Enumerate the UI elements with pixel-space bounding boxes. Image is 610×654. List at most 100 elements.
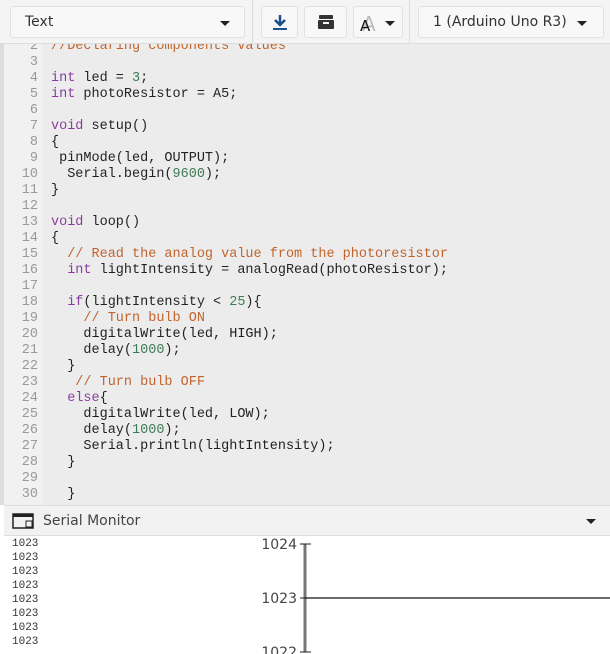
- code-text: delay(1000);: [51, 423, 181, 438]
- code-line: 2 //Declaring components values: [4, 44, 610, 55]
- line-number: 26: [21, 423, 38, 438]
- serial-line: 1023: [12, 622, 39, 634]
- code-line: 18 if(lightIntensity < 25){: [4, 295, 610, 311]
- code-line: 26 delay(1000);: [4, 423, 610, 439]
- code-line: 27 Serial.println(lightIntensity);: [4, 439, 610, 455]
- line-number: 20: [21, 327, 38, 342]
- code-line: 4 int led = 3;: [4, 71, 610, 87]
- board-value: 1 (Arduino Uno R3): [433, 14, 567, 30]
- code-text: else{: [51, 391, 108, 406]
- line-number: 30: [21, 487, 38, 502]
- line-number: 9: [29, 151, 38, 166]
- upload-button[interactable]: [304, 6, 347, 38]
- code-line: 6: [4, 103, 610, 119]
- serial-monitor-header[interactable]: Serial Monitor: [4, 505, 610, 536]
- mode-select[interactable]: Text: [10, 6, 245, 38]
- line-number: 8: [29, 135, 38, 150]
- line-number: 7: [29, 119, 38, 134]
- line-number: 18: [21, 295, 38, 310]
- code-text: // Turn bulb ON: [51, 311, 205, 326]
- code-line: 21 delay(1000);: [4, 343, 610, 359]
- code-line: 23 // Turn bulb OFF: [4, 375, 610, 391]
- code-text: // Turn bulb OFF: [51, 375, 205, 390]
- line-number: 11: [21, 183, 38, 198]
- code-text: int photoResistor = A5;: [51, 87, 238, 102]
- toolbar: Text A A 1 (Arduino Uno R3): [0, 0, 610, 44]
- code-editor[interactable]: 2 //Declaring components values 3 4 int led …: [4, 44, 610, 505]
- code-line: 5 int photoResistor = A5;: [4, 87, 610, 103]
- line-number: 10: [21, 167, 38, 182]
- code-line: 30 }: [4, 487, 610, 503]
- chevron-down-icon: [577, 21, 587, 26]
- code-line: 8{: [4, 135, 610, 151]
- code-text: void setup(): [51, 119, 149, 134]
- code-text: }: [51, 455, 76, 470]
- download-button[interactable]: [261, 6, 298, 38]
- code-text: delay(1000);: [51, 343, 181, 358]
- y-tick-label: 1022: [261, 645, 297, 654]
- y-tick-label: 1023: [261, 591, 297, 607]
- code-line: 19 // Turn bulb ON: [4, 311, 610, 327]
- serial-line: 1023: [12, 580, 39, 592]
- y-tick-label: 1024: [261, 537, 297, 553]
- line-number: 2: [29, 44, 38, 54]
- code-text: Serial.println(lightIntensity);: [51, 439, 335, 454]
- code-text: }: [51, 183, 60, 198]
- code-line: 29: [4, 471, 610, 487]
- code-line: 7 void setup(): [4, 119, 610, 135]
- code-text: //Declaring components values: [51, 44, 286, 55]
- chevron-down-icon[interactable]: [586, 519, 596, 524]
- code-text: digitalWrite(led, HIGH);: [51, 327, 278, 342]
- code-text: int led = 3;: [51, 71, 149, 86]
- chevron-down-icon: [220, 21, 230, 26]
- serial-line: 1023: [12, 566, 39, 578]
- font-size-button[interactable]: A A: [353, 6, 403, 38]
- line-number: 3: [29, 55, 38, 70]
- code-text: }: [51, 487, 76, 502]
- serial-plot: 1024 1023 1022: [261, 537, 610, 654]
- serial-line: 1023: [12, 594, 39, 606]
- serial-monitor-icon: [12, 512, 34, 529]
- chevron-down-icon: [385, 21, 395, 26]
- code-line: 22 }: [4, 359, 610, 375]
- code-text: Serial.begin(9600);: [51, 167, 222, 182]
- code-line: 17: [4, 279, 610, 295]
- code-text: int lightIntensity = analogRead(photoRes…: [51, 263, 448, 278]
- serial-line: 1023: [12, 608, 39, 620]
- code-line: 12: [4, 199, 610, 215]
- line-number: 12: [21, 199, 38, 214]
- line-number: 22: [21, 359, 38, 374]
- code-text: // Read the analog value from the photor…: [51, 247, 448, 262]
- serial-line: 1023: [12, 636, 39, 648]
- archive-icon: [317, 15, 334, 29]
- code-line: 25 digitalWrite(led, LOW);: [4, 407, 610, 423]
- serial-output: 1024 1023 1022 1023 1023 1023 1023 1023 1023 102…: [0, 536, 610, 654]
- line-number: 4: [29, 71, 38, 86]
- line-number: 19: [21, 311, 38, 326]
- mode-value: Text: [25, 14, 54, 30]
- serial-line: 1023: [12, 552, 39, 564]
- line-number: 16: [21, 263, 38, 278]
- code-line: 15 // Read the analog value from the pho…: [4, 247, 610, 263]
- code-line: 13 void loop(): [4, 215, 610, 231]
- code-text: void loop(): [51, 215, 141, 230]
- line-number: 5: [29, 87, 38, 102]
- line-number: 23: [21, 375, 38, 390]
- code-line: 28 }: [4, 455, 610, 471]
- serial-line: 1023: [12, 538, 39, 550]
- line-number: 29: [21, 471, 38, 486]
- code-line: 11}: [4, 183, 610, 199]
- code-line: 14 {: [4, 231, 610, 247]
- board-select[interactable]: 1 (Arduino Uno R3): [418, 6, 604, 38]
- code-line: 20 digitalWrite(led, HIGH);: [4, 327, 610, 343]
- code-text: }: [51, 359, 76, 374]
- code-line: 16 int lightIntensity = analogRead(photo…: [4, 263, 610, 279]
- line-number: 14: [21, 231, 38, 246]
- serial-monitor-title: Serial Monitor: [43, 512, 141, 529]
- line-number: 25: [21, 407, 38, 422]
- code-text: pinMode(led, OUTPUT);: [51, 151, 230, 166]
- code-line: 9 pinMode(led, OUTPUT);: [4, 151, 610, 167]
- line-number: 27: [21, 439, 38, 454]
- line-number: 6: [29, 103, 38, 118]
- download-icon: [272, 15, 287, 30]
